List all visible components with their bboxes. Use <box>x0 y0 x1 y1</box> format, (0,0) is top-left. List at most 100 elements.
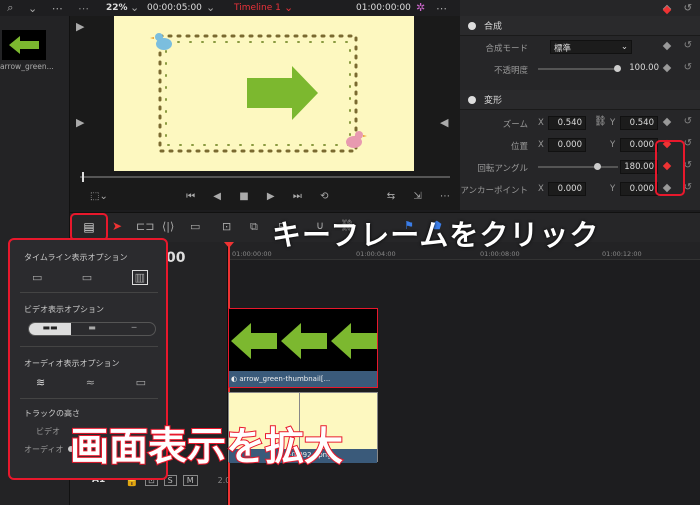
overwrite-clip-icon[interactable]: ⧉ <box>250 220 258 234</box>
program-viewer: ▶ ▶ ◀ ⬚⌄ ⏮ ◀ ■ ▶ ⏭ ⟲ ⇆ ⇲ ⋯ <box>70 16 460 210</box>
flag-icon[interactable]: ▶ <box>76 116 84 129</box>
audio-options-icons: ≋ ≈ ▭ <box>36 376 146 389</box>
zoom-label: ズーム <box>502 120 528 130</box>
clip-thumbnails <box>231 323 377 359</box>
chevron-down-icon[interactable]: ⌄ <box>206 1 215 14</box>
zoom-y-field[interactable]: 0.540 <box>620 116 658 130</box>
duration-timecode: 00:00:05:00 <box>147 3 202 13</box>
flag-icon[interactable]: ◀ <box>440 116 448 129</box>
color-wheel-icon[interactable]: ✲ <box>416 1 425 14</box>
playhead-marker[interactable] <box>82 172 84 182</box>
reset-icon[interactable]: ↺ <box>684 62 692 73</box>
stacked-timeline-icon[interactable]: ▭ <box>32 271 42 284</box>
skip-end-icon[interactable]: ⏭ <box>293 191 302 202</box>
selection-tool-icon[interactable]: ➤ <box>112 219 122 233</box>
search-icon[interactable]: ⌕ <box>7 1 13 15</box>
filmstrip-view-icon[interactable]: ▬▬ <box>29 323 71 335</box>
composite-section-header[interactable]: 合成 ↺ <box>460 3 700 36</box>
subtitle-track-icon[interactable]: ▭ <box>82 271 92 284</box>
video-clip-label: ◐ arrow_green-thumbnail[... <box>229 371 377 387</box>
match-frame-icon[interactable]: ⇆ <box>387 191 395 202</box>
arrow-left-icon <box>9 36 39 54</box>
more-options-icon[interactable]: ⋯ <box>52 2 63 15</box>
more-options-icon[interactable]: ⋯ <box>78 2 89 15</box>
media-thumbnail[interactable] <box>2 30 46 60</box>
divider <box>20 292 158 293</box>
zoom-row: ズーム X 0.540 ⛓ Y 0.540 ↺ <box>460 112 700 134</box>
more-options-icon[interactable]: ⋯ <box>436 2 447 15</box>
anchor-y-field[interactable]: 0.000 <box>620 182 658 196</box>
waveform-half-icon[interactable]: ≈ <box>86 376 95 389</box>
opacity-field[interactable]: 100.00 <box>626 62 662 76</box>
position-x-field[interactable]: 0.000 <box>548 138 586 152</box>
keyframe-callout: キーフレームをクリック <box>272 218 600 252</box>
chevron-down-icon[interactable]: ⌄ <box>284 1 293 14</box>
insert-clip-icon[interactable]: ⊡ <box>222 220 231 233</box>
audio-height-label: オーディオ <box>24 445 64 454</box>
transform-section-header[interactable]: 変形 ↺ <box>460 3 700 110</box>
loop-icon[interactable]: ⟲ <box>320 191 328 202</box>
chevron-down-icon[interactable]: ⌄ <box>28 2 37 15</box>
blade-tool-icon[interactable]: ▭ <box>190 220 200 233</box>
trim-tool-icon[interactable]: ⊏⊐ <box>136 220 154 233</box>
media-pool-toolbar: ⌕ ⌄ ⋯ <box>0 0 70 16</box>
more-icon[interactable]: ⋯ <box>440 191 450 202</box>
zoom-level[interactable]: 22% <box>106 3 128 13</box>
section-title: 合成 <box>484 22 503 32</box>
timeline-view-options-button[interactable]: ▤ <box>70 213 108 241</box>
mute-button[interactable]: M <box>182 474 198 486</box>
divider <box>20 398 158 399</box>
dynamic-trim-icon[interactable]: ⟨|⟩ <box>162 220 174 233</box>
fullscreen-icon[interactable]: ⇲ <box>413 191 421 202</box>
waveform-full-icon[interactable]: ≋ <box>36 376 45 389</box>
video-height-label: ビデオ <box>36 427 60 436</box>
enable-toggle-icon[interactable] <box>468 21 476 30</box>
chevron-down-icon[interactable]: ⌄ <box>130 1 139 14</box>
audio-waveform-icon[interactable]: ▥ <box>131 270 148 285</box>
video-frame[interactable] <box>114 16 414 171</box>
keyframe-icon[interactable] <box>662 117 672 127</box>
simple-view-icon[interactable]: ─ <box>113 323 155 335</box>
composite-mode-select[interactable]: 標準 ⌄ <box>550 40 632 54</box>
rotation-field[interactable]: 180.00 <box>620 160 658 174</box>
reset-icon[interactable]: ↺ <box>684 3 692 14</box>
transport-controls: ⬚⌄ ⏮ ◀ ■ ▶ ⏭ ⟲ ⇆ ⇲ ⋯ <box>90 188 450 204</box>
keyframe-icon[interactable] <box>662 41 672 51</box>
frame-content <box>150 33 367 153</box>
rotation-slider-handle[interactable] <box>594 163 601 170</box>
rotation-slider[interactable] <box>538 166 618 168</box>
skip-start-icon[interactable]: ⏮ <box>186 191 195 202</box>
crop-icon[interactable]: ⬚⌄ <box>90 191 108 202</box>
play-reverse-icon[interactable]: ◀ <box>213 191 221 202</box>
position-y-field[interactable]: 0.000 <box>620 138 658 152</box>
opacity-label: 不透明度 <box>493 66 528 76</box>
enable-toggle-icon[interactable] <box>468 95 476 104</box>
waveform-none-icon[interactable]: ▭ <box>136 376 146 389</box>
zoom-x-field[interactable]: 0.540 <box>548 116 586 130</box>
opacity-slider[interactable] <box>538 68 618 70</box>
keyframe-icon[interactable] <box>662 63 672 73</box>
opacity-slider-handle[interactable] <box>614 65 621 72</box>
reset-icon[interactable]: ↺ <box>684 116 692 127</box>
viewer-scrubber[interactable] <box>80 176 450 178</box>
video-clip[interactable]: ◐ arrow_green-thumbnail[... <box>228 308 378 388</box>
timeline-timecode: 00 <box>166 250 186 266</box>
x-label: X <box>538 118 544 128</box>
x-label: X <box>538 184 544 194</box>
link-icon[interactable]: ⛓ <box>594 116 607 127</box>
flag-icon[interactable]: ▶ <box>76 20 84 33</box>
stop-icon[interactable]: ■ <box>239 191 248 202</box>
play-icon[interactable]: ▶ <box>267 191 275 202</box>
thumbnail-view-icon[interactable]: ▬ <box>71 323 113 335</box>
reset-icon[interactable]: ↺ <box>684 40 692 51</box>
position-label: 位置 <box>510 142 528 152</box>
anchor-x-field[interactable]: 0.000 <box>548 182 586 196</box>
clip-name: arrow_green-thumbnail[... <box>239 375 331 383</box>
timeline-options-title: タイムライン表示オプション <box>24 253 128 262</box>
timeline-name[interactable]: Timeline 1 <box>234 3 281 13</box>
anchor-label: アンカーポイント <box>460 186 528 196</box>
current-timecode: 01:00:00:00 <box>356 3 411 13</box>
audio-options-title: オーディオ表示オプション <box>24 359 120 368</box>
x-label: X <box>538 140 544 150</box>
keyframe-highlight <box>655 140 685 196</box>
